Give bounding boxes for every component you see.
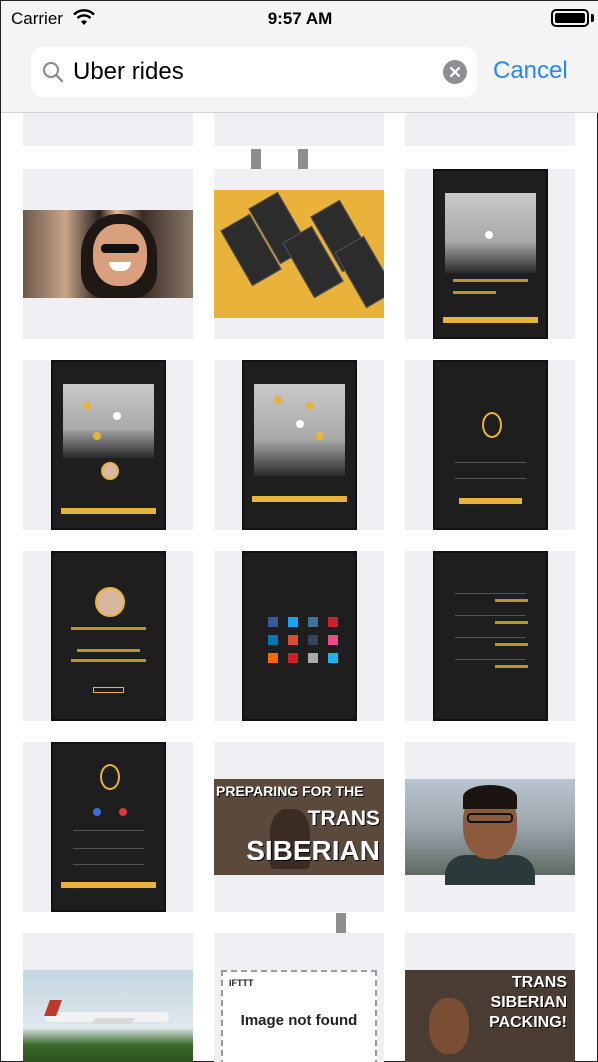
thumbnail-fragment: [298, 149, 308, 169]
result-tile[interactable]: [214, 551, 384, 721]
search-header: Cancel: [1, 37, 598, 113]
result-tile-partial[interactable]: [405, 113, 575, 146]
result-tile[interactable]: PREPARING FOR THE TRANS SIBERIAN: [214, 742, 384, 912]
result-tile[interactable]: [405, 551, 575, 721]
result-thumbnail: PREPARING FOR THE TRANS SIBERIAN: [214, 779, 384, 875]
clear-search-button[interactable]: [443, 60, 467, 84]
status-time: 9:57 AM: [267, 9, 333, 28]
result-thumbnail: [50, 742, 166, 912]
result-thumbnail: [23, 210, 193, 298]
result-tile[interactable]: [405, 360, 575, 530]
result-thumbnail: [405, 779, 575, 885]
result-tile[interactable]: TRANS SIBERIAN PACKING!: [405, 933, 575, 1062]
result-tile[interactable]: [23, 742, 193, 912]
result-thumbnail: [214, 190, 384, 318]
result-tile[interactable]: IFTTT Image not found: [214, 933, 384, 1062]
thumbnail-fragment: [336, 913, 346, 933]
result-tile[interactable]: [23, 933, 193, 1062]
result-tile[interactable]: [23, 551, 193, 721]
result-thumbnail: [432, 169, 548, 339]
result-tile[interactable]: [405, 742, 575, 912]
thumbnail-caption: PREPARING FOR THE: [216, 783, 364, 799]
result-thumbnail: [241, 360, 357, 530]
result-thumbnail: [432, 360, 548, 530]
result-thumbnail: TRANS SIBERIAN PACKING!: [405, 970, 575, 1062]
result-tile[interactable]: [214, 360, 384, 530]
thumbnail-caption: TRANS: [307, 807, 380, 830]
thumbnail-caption: SIBERIAN: [490, 994, 567, 1011]
result-thumbnail: [50, 551, 166, 721]
search-icon: [42, 61, 64, 83]
result-tile[interactable]: [23, 360, 193, 530]
result-tile-partial[interactable]: [23, 113, 193, 146]
status-bar: Carrier 9:57 AM: [1, 1, 598, 37]
ifttt-label: IFTTT: [229, 978, 254, 988]
battery-tip: [591, 14, 594, 22]
not-found-message: Image not found: [240, 1012, 358, 1029]
image-results-grid: PREPARING FOR THE TRANS SIBERIAN IFTTT I…: [1, 113, 598, 1062]
result-thumbnail: [23, 970, 193, 1062]
close-icon: [449, 66, 461, 78]
result-thumbnail: [241, 551, 357, 721]
result-tile[interactable]: [23, 169, 193, 339]
result-tile-partial[interactable]: [214, 113, 384, 146]
result-thumbnail: [432, 551, 548, 721]
thumbnail-caption: TRANS: [511, 974, 567, 991]
thumbnail-fragment: [251, 149, 261, 169]
thumbnail-caption: SIBERIAN: [246, 835, 380, 866]
result-thumbnail: [50, 360, 166, 530]
battery-icon: [551, 9, 589, 27]
search-field[interactable]: [31, 47, 477, 97]
result-tile[interactable]: [405, 169, 575, 339]
image-not-found-placeholder: IFTTT Image not found: [221, 970, 377, 1062]
thumbnail-caption: PACKING!: [489, 1014, 567, 1031]
result-tile[interactable]: [214, 169, 384, 339]
cancel-button[interactable]: Cancel: [493, 57, 568, 85]
search-input[interactable]: [73, 47, 433, 97]
